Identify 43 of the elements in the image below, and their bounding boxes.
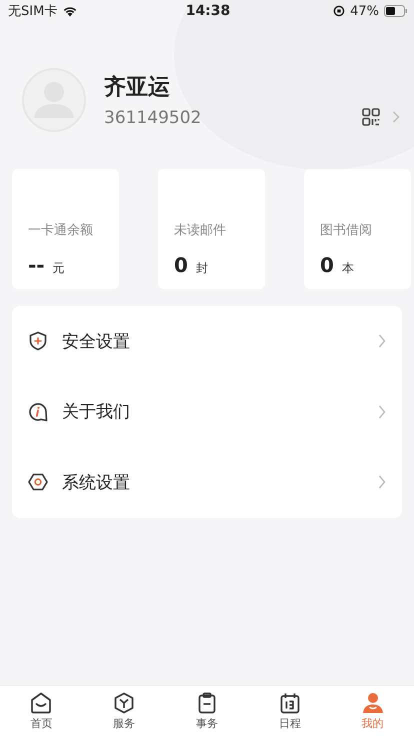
stat-value: -- [28,253,45,277]
menu-label: 安全设置 [62,330,131,353]
person-icon [362,692,384,714]
stat-label: 图书借阅 [320,222,373,239]
tab[interactable]: 日程 [248,686,332,736]
menu-item[interactable]: 安全设置 [12,306,402,376]
cube-icon [113,692,136,714]
stat-unit: 本 [342,260,354,277]
menu-item[interactable]: 系统设置 [12,447,402,518]
tab[interactable]: 服务 [82,686,166,736]
calendar-icon [278,692,301,714]
info-icon [28,402,48,422]
battery-percent: 47% [350,4,379,18]
orientation-lock-icon [333,5,346,17]
chevron-right-icon [378,334,386,348]
envelope-icon [30,692,52,714]
wifi-icon [62,5,78,17]
tab[interactable]: 事务 [166,686,248,736]
stat-unit: 封 [196,260,208,277]
stat-value: 0 [174,253,188,277]
status-time: 14:38 [186,3,230,19]
stat-card[interactable]: 图书借阅 0 本 [304,169,411,289]
chevron-right-icon[interactable] [392,111,400,123]
hexagon-settings-icon [28,472,48,492]
chevron-right-icon [378,475,386,490]
menu-label: 关于我们 [62,401,131,424]
stat-value: 0 [320,253,334,277]
stat-card[interactable]: 一卡通余额 -- 元 [12,169,119,289]
stat-card[interactable]: 未读邮件 0 封 [158,169,265,289]
user-name: 齐亚运 [104,74,171,102]
tab[interactable]: 首页 [0,686,83,736]
clipboard-icon [196,692,218,714]
stat-label: 未读邮件 [174,222,227,239]
shield-icon [28,331,48,352]
chevron-right-icon [378,404,386,419]
menu-label: 系统设置 [62,472,131,494]
menu-item[interactable]: 关于我们 [12,376,402,447]
stat-label: 一卡通余额 [28,222,94,239]
carrier-text: 无SIM卡 [8,3,58,20]
user-id: 361149502 [104,108,202,128]
qr-code-icon[interactable] [362,108,380,126]
battery-icon [384,5,408,17]
stat-unit: 元 [52,260,65,277]
